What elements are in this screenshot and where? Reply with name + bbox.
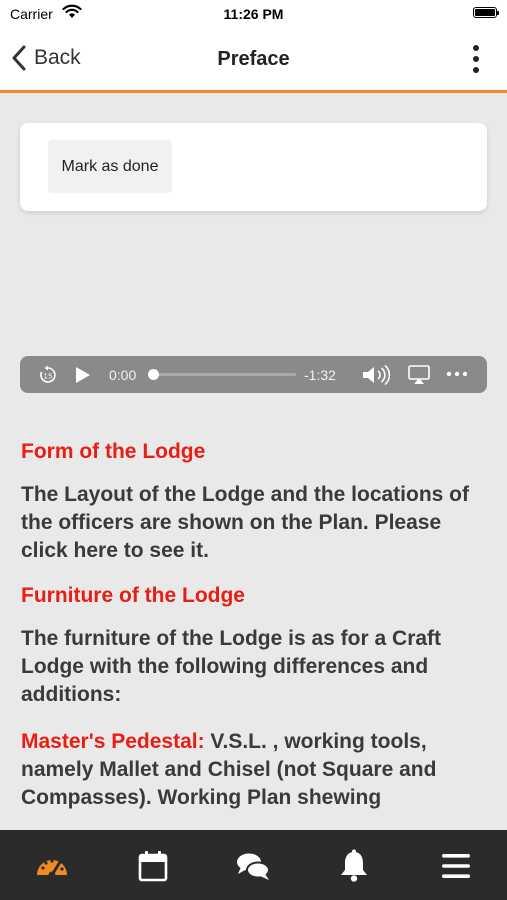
section-heading: Form of the Lodge (21, 440, 206, 463)
section-heading: Furniture of the Lodge (21, 584, 245, 607)
progress-thumb[interactable] (148, 369, 159, 380)
more-horizontal-icon[interactable] (446, 371, 468, 377)
chat-icon[interactable] (235, 848, 271, 884)
calendar-icon[interactable] (135, 848, 171, 884)
back-button[interactable]: Back (10, 45, 81, 71)
more-options-icon[interactable] (471, 44, 481, 74)
lesson-content: Form of the Lodge The Layout of the Lodg… (21, 440, 491, 831)
nav-bar: Back Preface (0, 28, 507, 93)
play-icon[interactable] (75, 366, 91, 384)
section-paragraph: The furniture of the Lodge is as for a C… (21, 627, 442, 706)
current-time: 0:00 (109, 367, 137, 383)
mark-as-done-button[interactable]: Mark as done (48, 140, 172, 193)
chevron-left-icon (12, 45, 26, 71)
menu-icon[interactable] (438, 848, 474, 884)
svg-text:15: 15 (44, 373, 53, 381)
bell-icon[interactable] (336, 848, 372, 884)
remaining-time: -1:32 (304, 367, 336, 383)
rewind-15-icon[interactable]: 15 (38, 365, 58, 385)
back-label: Back (34, 46, 81, 69)
dashboard-icon[interactable] (34, 848, 70, 884)
section-paragraph: Master's Pedestal: V.S.L. , working tool… (21, 728, 491, 812)
lesson-card: Mark as done (20, 123, 487, 211)
section-paragraph[interactable]: The Layout of the Lodge and the location… (21, 481, 491, 565)
status-bar: Carrier 11:26 PM (0, 0, 507, 28)
battery-icon (473, 7, 499, 18)
progress-track[interactable] (153, 373, 296, 376)
audio-player: 15 0:00 -1:32 (20, 356, 487, 393)
paragraph-label: Master's Pedestal: (21, 730, 205, 753)
airplay-icon[interactable] (408, 365, 430, 385)
status-time: 11:26 PM (223, 6, 284, 22)
tab-bar (0, 830, 507, 900)
volume-icon[interactable] (361, 365, 391, 385)
